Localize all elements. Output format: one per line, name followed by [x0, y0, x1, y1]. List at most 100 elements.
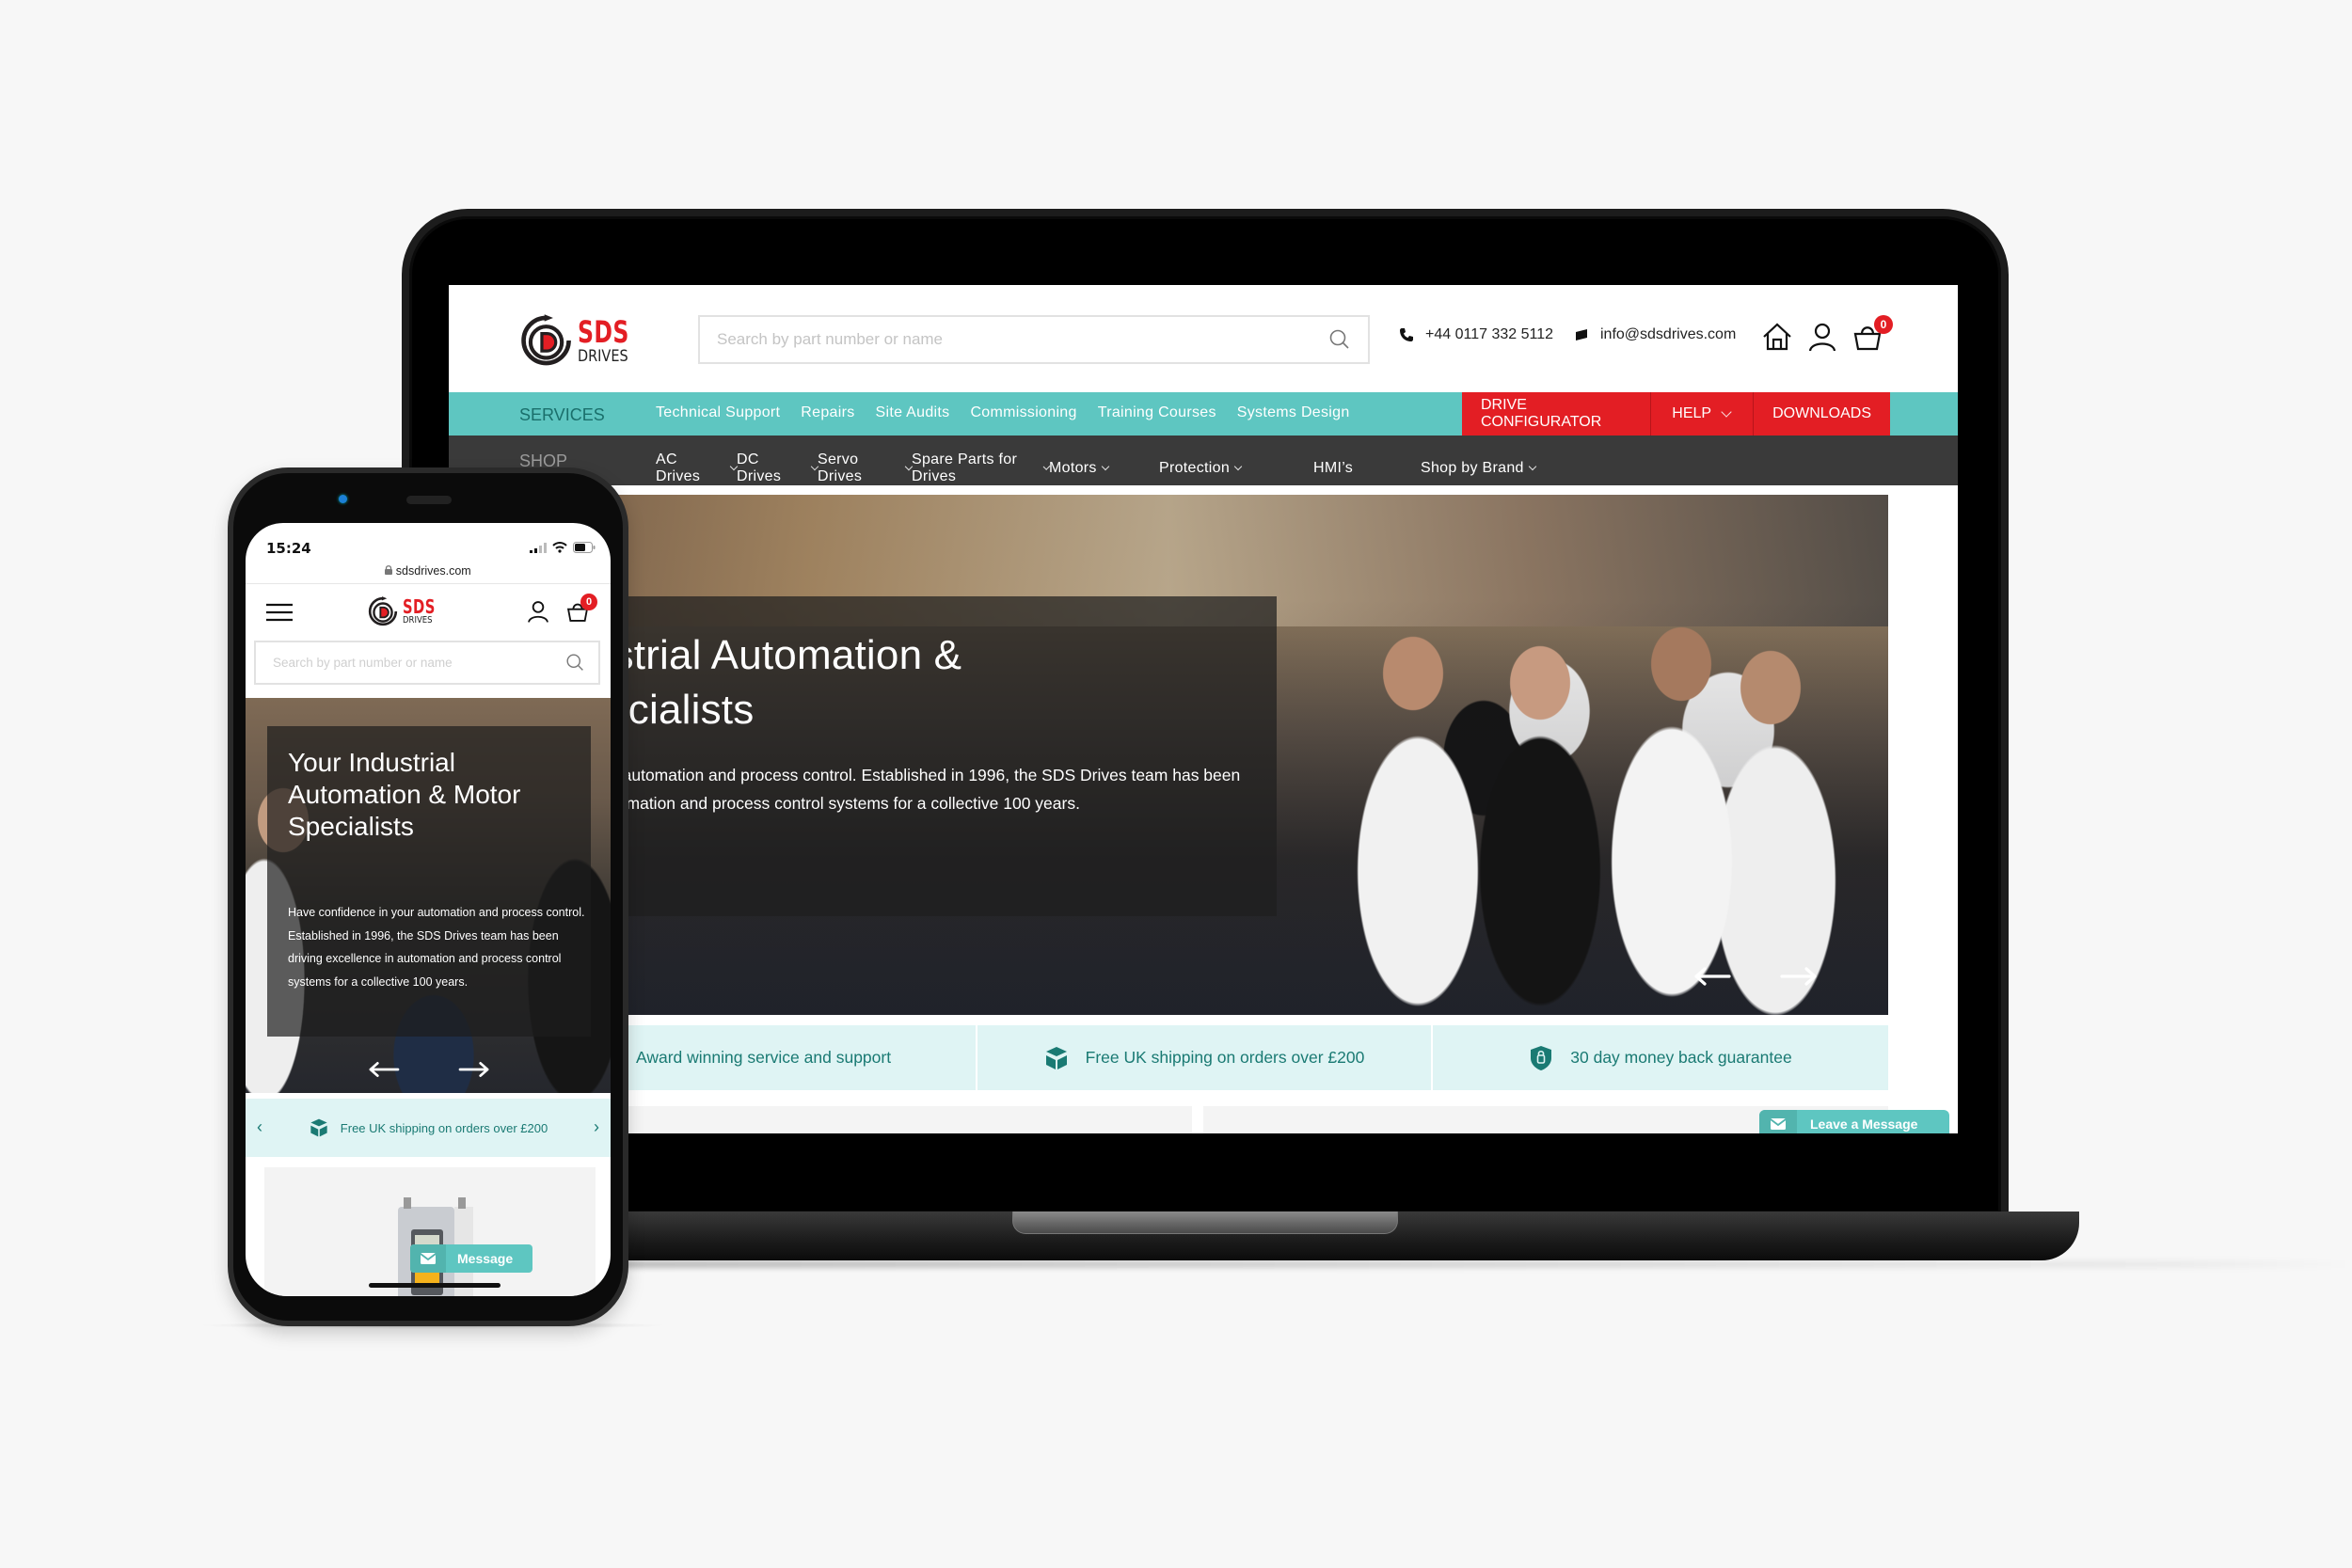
mobile-search-box — [254, 641, 600, 685]
user-icon[interactable] — [526, 599, 550, 624]
contact-info: +44 0117 332 5112 info@sdsdrives.com — [1399, 326, 1736, 343]
help-dropdown[interactable]: HELP — [1651, 392, 1755, 436]
basket-button[interactable]: 0 — [565, 594, 597, 624]
email-link[interactable]: info@sdsdrives.com — [1600, 326, 1736, 343]
wifi-icon — [552, 542, 567, 553]
envelope-icon — [410, 1244, 446, 1273]
arrow-right-icon[interactable] — [458, 1060, 490, 1079]
trust-award-text: Award winning service and support — [636, 1048, 892, 1067]
nav-repairs[interactable]: Repairs — [801, 404, 854, 421]
nav-spare-parts-label: Spare Parts for Drives — [912, 451, 1018, 484]
email-icon — [1575, 329, 1587, 341]
nav-ac-drives[interactable]: AC Drives — [656, 451, 739, 485]
chevron-down-icon — [1721, 405, 1732, 418]
laptop-shadow — [564, 1260, 2352, 1268]
nav-protection-label: Protection — [1159, 460, 1231, 476]
arrow-right-icon[interactable] — [1780, 965, 1818, 988]
chevron-down-icon — [1233, 462, 1243, 471]
address-bar[interactable]: sdsdrives.com — [246, 564, 611, 578]
box-icon — [310, 1118, 327, 1137]
phone-icon — [1400, 328, 1413, 341]
mobile-logo[interactable]: SDS DRIVES — [367, 595, 442, 627]
nav-hmis[interactable]: HMI’s — [1313, 451, 1364, 485]
search-icon[interactable] — [565, 653, 585, 673]
basket-count-badge: 0 — [1874, 315, 1893, 334]
basket-button[interactable]: 0 — [1851, 315, 1893, 353]
status-icons — [530, 542, 596, 553]
shop-links: AC Drives DC Drives Servo Drives Spare P… — [656, 451, 1537, 485]
content-cards — [449, 1106, 1888, 1133]
nav-dc-drives-label: DC Drives — [737, 451, 782, 484]
trust-next-button[interactable]: › — [594, 1117, 599, 1137]
lock-icon — [385, 565, 393, 575]
signal-icon — [530, 542, 547, 553]
logo-text-sds: SDS — [578, 313, 629, 350]
nav-systems-design[interactable]: Systems Design — [1237, 404, 1350, 421]
slider-controls — [1693, 965, 1818, 988]
nav-training-courses[interactable]: Training Courses — [1098, 404, 1216, 421]
downloads-button[interactable]: DOWNLOADS — [1754, 392, 1890, 436]
logo-text-drives: DRIVES — [403, 615, 433, 626]
mobile-hero-title: Your Industrial Automation & Motor Speci… — [288, 748, 521, 841]
phone-screen: 15:24 sdsdrives.com SDS DRIVES 0 Search … — [246, 523, 611, 1296]
header-icons: 0 — [1761, 315, 1893, 353]
laptop-hinge-notch — [1012, 1212, 1398, 1234]
nav-hmis-label: HMI’s — [1313, 460, 1354, 476]
services-label: SERVICES — [519, 405, 605, 424]
device-mockup-stage: SDS DRIVES +44 0117 332 5112 info@sdsdri… — [0, 0, 2352, 1568]
nav-motors[interactable]: Motors — [1049, 451, 1159, 485]
laptop-screen: SDS DRIVES +44 0117 332 5112 info@sdsdri… — [449, 285, 1958, 1133]
mobile-header-icons: 0 — [526, 594, 597, 624]
site-header: SDS DRIVES +44 0117 332 5112 info@sdsdri… — [449, 285, 1958, 392]
envelope-icon — [1759, 1110, 1797, 1133]
box-icon — [1045, 1046, 1067, 1069]
arrow-left-icon[interactable] — [1693, 965, 1731, 988]
nav-shop-by-brand[interactable]: Shop by Brand — [1421, 451, 1537, 485]
phone-number-link[interactable]: +44 0117 332 5112 — [1425, 326, 1553, 343]
message-label: Message — [457, 1251, 514, 1266]
nav-site-audits[interactable]: Site Audits — [876, 404, 950, 421]
nav-servo-drives[interactable]: Servo Drives — [818, 451, 914, 485]
arrow-left-icon[interactable] — [368, 1060, 400, 1079]
basket-count-badge: 0 — [580, 594, 597, 610]
search-box — [698, 315, 1370, 364]
search-input[interactable] — [700, 317, 1302, 362]
drive-configurator-button[interactable]: DRIVE CONFIGURATOR — [1462, 392, 1652, 436]
chevron-down-icon — [1528, 462, 1537, 471]
leave-message-label: Leave a Message — [1810, 1117, 1918, 1132]
nav-spare-parts[interactable]: Spare Parts for Drives — [912, 451, 1051, 485]
home-indicator[interactable] — [369, 1283, 501, 1288]
phone-speaker — [406, 496, 452, 504]
services-links: Technical Support Repairs Site Audits Co… — [656, 404, 1350, 421]
logo-text-drives: DRIVES — [578, 346, 628, 366]
address-url: sdsdrives.com — [395, 564, 471, 578]
shield-icon — [1531, 1045, 1552, 1070]
hamburger-menu-icon[interactable] — [266, 603, 293, 622]
logo-mark-icon — [368, 596, 398, 626]
leave-message-button[interactable]: Leave a Message — [1759, 1110, 1949, 1133]
trust-bar: Award winning service and support Free U… — [449, 1025, 1888, 1090]
nav-protection[interactable]: Protection — [1159, 451, 1313, 485]
mobile-search-input[interactable] — [256, 642, 538, 683]
user-icon[interactable] — [1806, 321, 1838, 353]
home-icon[interactable] — [1761, 321, 1793, 353]
nav-motors-label: Motors — [1049, 460, 1097, 476]
message-button[interactable]: Message — [410, 1244, 532, 1273]
product-card[interactable]: Message — [264, 1167, 596, 1296]
phone-camera — [339, 495, 347, 503]
nav-commissioning[interactable]: Commissioning — [970, 404, 1076, 421]
chevron-down-icon — [1101, 462, 1109, 471]
nav-dc-drives[interactable]: DC Drives — [737, 451, 819, 485]
trust-item-shipping: Free UK shipping on orders over £200 — [976, 1025, 1431, 1090]
mobile-header: SDS DRIVES 0 — [246, 584, 611, 639]
mobile-slider-controls — [368, 1060, 490, 1079]
mobile-hero-slider: Your Industrial Automation & Motor Speci… — [246, 698, 611, 1093]
nav-ac-drives-label: AC Drives — [656, 451, 701, 484]
downloads-label: DOWNLOADS — [1772, 405, 1871, 421]
nav-technical-support[interactable]: Technical Support — [656, 404, 780, 421]
trust-prev-button[interactable]: ‹ — [257, 1117, 262, 1137]
search-icon[interactable] — [1328, 328, 1351, 351]
trust-item-guarantee: 30 day money back guarantee — [1431, 1025, 1888, 1090]
mobile-hero-body: Have confidence in your automation and p… — [288, 906, 585, 989]
site-logo[interactable]: SDS DRIVES — [518, 308, 641, 373]
